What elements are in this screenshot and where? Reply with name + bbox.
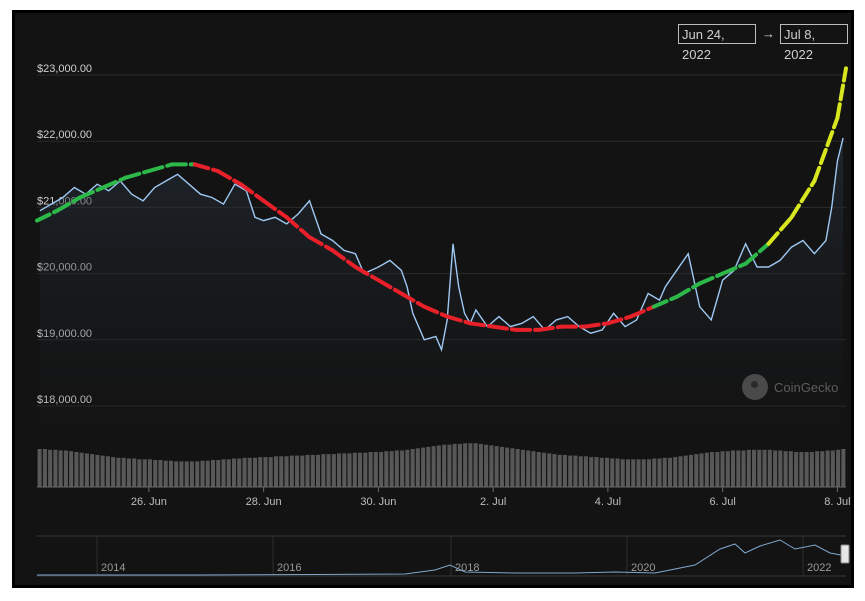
x-tick-label: 8. Jul — [824, 496, 850, 508]
watermark-text: CoinGecko — [774, 379, 839, 395]
trend-segment — [123, 169, 151, 180]
navigator-axis: 2014 2016 2018 2020 2022 — [96, 536, 831, 576]
coingecko-watermark: CoinGecko — [742, 373, 838, 401]
navigator-tick-label: 2022 — [807, 562, 831, 574]
range-arrow: → — [762, 26, 775, 41]
x-tick-label: 28. Jun — [246, 496, 282, 508]
range-end-input[interactable]: Jul 8, 2022 — [780, 24, 848, 62]
trend-segment — [422, 304, 450, 319]
navigator-line — [37, 539, 842, 576]
y-tick-label: $23,000.00 — [37, 63, 92, 75]
price-chart: $18,000.00$19,000.00$20,000.00$21,000.00… — [35, 63, 851, 577]
coingecko-logo-icon — [742, 374, 768, 400]
range-start-input[interactable]: Jun 24, 2022 — [678, 24, 756, 62]
trend-segment — [146, 162, 174, 173]
navigator-tick-label: 2014 — [101, 562, 125, 574]
trend-segment — [261, 198, 289, 220]
navigator[interactable]: 2014 2016 2018 2020 2022 — [37, 535, 850, 577]
x-axis: 26. Jun 28. Jun 30. Jun 2. Jul 4. Jul 6. Jul 8… — [131, 487, 851, 508]
x-tick-label: 4. Jul — [595, 496, 621, 508]
trend-segment — [835, 66, 848, 120]
x-tick-label: 6. Jul — [709, 496, 735, 508]
y-tick-label: $22,000.00 — [37, 129, 92, 141]
x-tick-label: 26. Jun — [131, 496, 167, 508]
chart-panel: $18,000.00$19,000.00$20,000.00$21,000.00… — [12, 10, 854, 588]
navigator-tick-label: 2016 — [277, 562, 301, 574]
trend-segment — [215, 169, 243, 187]
trend-segment — [789, 178, 817, 220]
x-tick-label: 30. Jun — [360, 496, 396, 508]
x-tick-label: 2. Jul — [480, 496, 506, 508]
trend-segment — [697, 271, 725, 286]
trend-segment — [192, 162, 220, 173]
trend-segment — [812, 116, 840, 183]
navigator-handle[interactable] — [840, 544, 850, 564]
trend-segment — [766, 215, 794, 246]
